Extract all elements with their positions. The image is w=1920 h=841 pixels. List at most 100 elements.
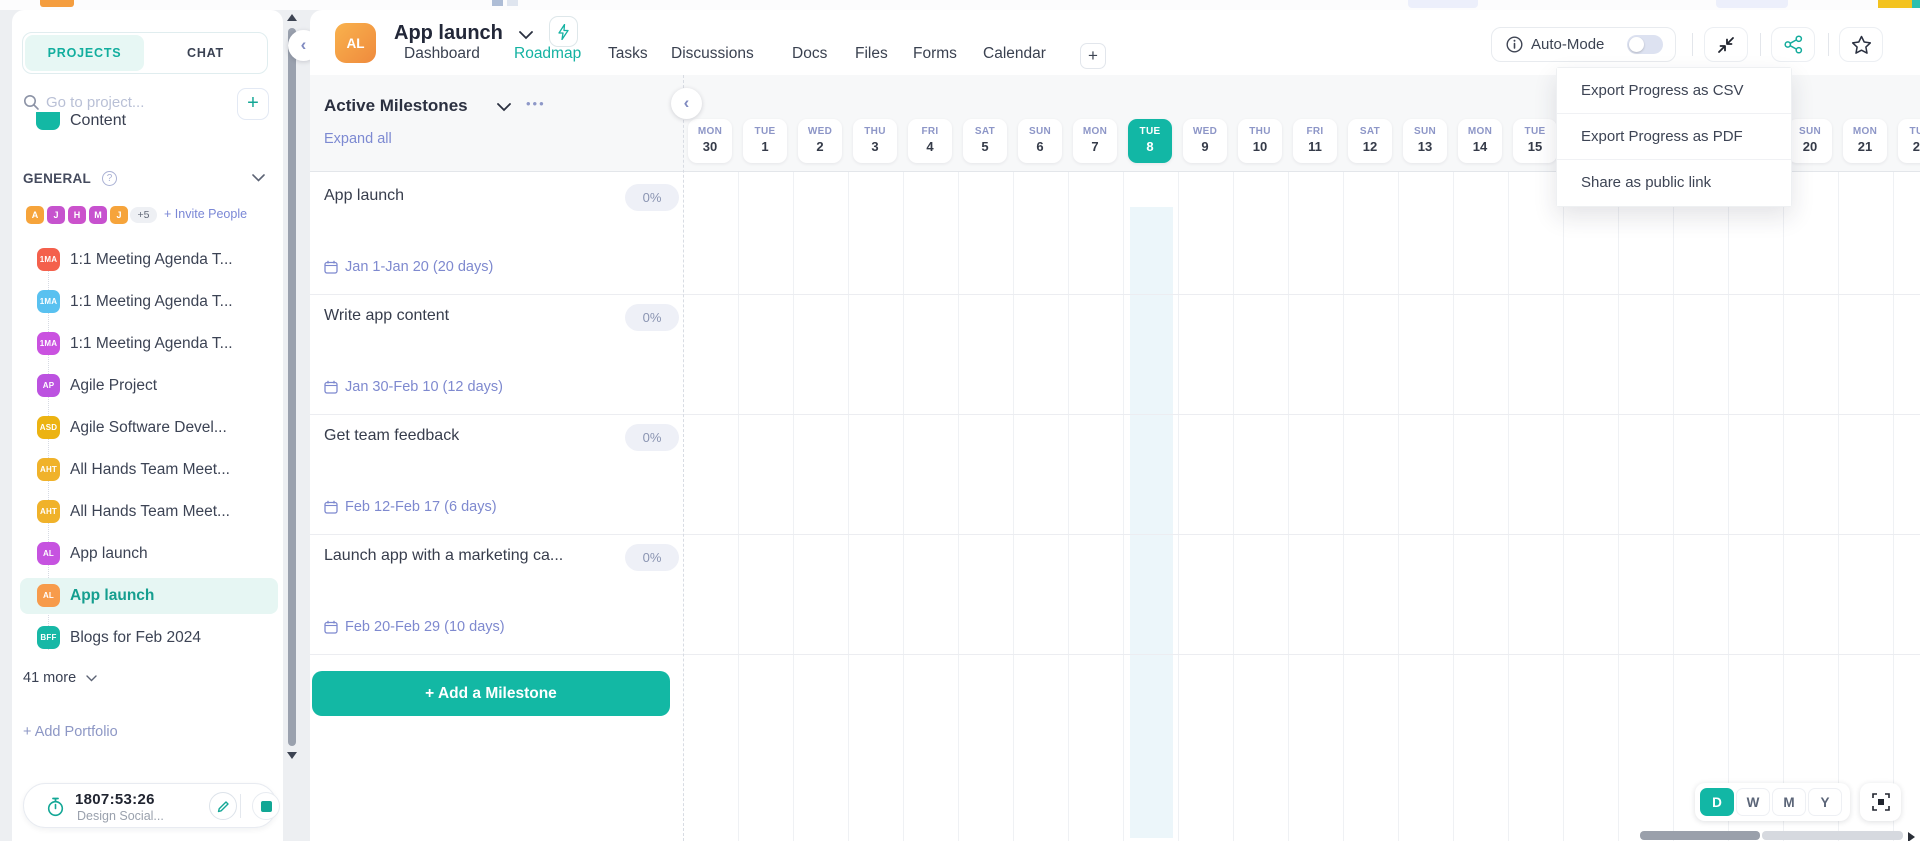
sidebar-project-item[interactable]: AL App launch bbox=[20, 578, 278, 614]
view-scale-button[interactable]: Y bbox=[1808, 788, 1842, 816]
sidebar-project-item[interactable]: 1MA 1:1 Meeting Agenda T... bbox=[20, 326, 278, 362]
avatars-more-badge[interactable]: +5 bbox=[130, 207, 157, 223]
day-header-cell[interactable]: SUN 13 bbox=[1403, 119, 1447, 163]
nav-tab[interactable]: Tasks bbox=[608, 45, 648, 63]
project-icon: 1MA bbox=[37, 332, 60, 355]
show-more-projects[interactable]: 41 more bbox=[23, 670, 97, 686]
sidebar-item-content-clipped[interactable]: Content bbox=[34, 112, 254, 138]
tab-projects[interactable]: PROJECTS bbox=[25, 35, 144, 71]
auto-mode-toggle[interactable] bbox=[1627, 35, 1663, 54]
menu-item[interactable]: Export Progress as CSV bbox=[1557, 68, 1791, 114]
milestone-row[interactable]: App launch 0% Jan 1-Jan 20 (20 days) bbox=[310, 171, 683, 291]
milestone-date-range: Jan 1-Jan 20 (20 days) bbox=[324, 259, 493, 275]
panel-chevron-down-icon[interactable] bbox=[497, 103, 511, 112]
nav-tab[interactable]: Docs bbox=[792, 45, 827, 63]
milestone-row[interactable]: Launch app with a marketing ca... 0% Feb… bbox=[310, 531, 683, 651]
day-number: 8 bbox=[1128, 139, 1172, 154]
day-header-cell[interactable]: MON 21 bbox=[1843, 119, 1887, 163]
view-scale-button[interactable]: D bbox=[1700, 788, 1734, 816]
milestone-row[interactable]: Get team feedback 0% Feb 12-Feb 17 (6 da… bbox=[310, 411, 683, 531]
stop-timer-button[interactable] bbox=[252, 792, 280, 820]
sidebar-project-item[interactable]: AHT All Hands Team Meet... bbox=[20, 452, 278, 488]
menu-item[interactable]: Export Progress as PDF bbox=[1557, 114, 1791, 160]
scroll-down-arrow[interactable] bbox=[287, 752, 297, 759]
add-tab-button[interactable]: + bbox=[1080, 43, 1106, 69]
page-title[interactable]: App launch bbox=[394, 22, 503, 45]
edit-timer-button[interactable] bbox=[209, 792, 237, 820]
nav-tab[interactable]: Forms bbox=[913, 45, 957, 63]
day-header-cell[interactable]: SUN 6 bbox=[1018, 119, 1062, 163]
favorite-button[interactable] bbox=[1839, 27, 1883, 62]
avatar[interactable]: M bbox=[88, 205, 108, 225]
collapse-view-button[interactable] bbox=[1704, 27, 1748, 62]
day-header-cell[interactable]: FRI 11 bbox=[1293, 119, 1337, 163]
milestone-row[interactable]: Write app content 0% Jan 30-Feb 10 (12 d… bbox=[310, 291, 683, 411]
day-header-cell[interactable]: WED 9 bbox=[1183, 119, 1227, 163]
nav-tab[interactable]: Roadmap bbox=[514, 45, 581, 63]
collapse-panel-button[interactable]: ‹ bbox=[671, 88, 702, 119]
panel-title[interactable]: Active Milestones bbox=[324, 96, 468, 116]
view-scale-button[interactable]: M bbox=[1772, 788, 1806, 816]
day-header-cell[interactable]: SAT 12 bbox=[1348, 119, 1392, 163]
day-header-cell[interactable]: MON 14 bbox=[1458, 119, 1502, 163]
sidebar-project-item[interactable]: AL App launch bbox=[20, 536, 278, 572]
info-icon[interactable] bbox=[1506, 36, 1523, 53]
grid-vline bbox=[1673, 172, 1674, 841]
day-header-cell[interactable]: TUE 8 bbox=[1128, 119, 1172, 163]
expand-all-link[interactable]: Expand all bbox=[324, 131, 392, 147]
sidebar-project-item[interactable]: AHT All Hands Team Meet... bbox=[20, 494, 278, 530]
sidebar-project-item[interactable]: ASD Agile Software Devel... bbox=[20, 410, 278, 446]
day-number: 1 bbox=[743, 139, 787, 154]
nav-tab[interactable]: Calendar bbox=[983, 45, 1046, 63]
grid-vline bbox=[1893, 172, 1894, 841]
day-header-cell[interactable]: TUE 1 bbox=[743, 119, 787, 163]
nav-tab[interactable]: Files bbox=[855, 45, 888, 63]
grid-vline bbox=[958, 172, 959, 841]
day-header-cell[interactable]: TUE 15 bbox=[1513, 119, 1557, 163]
day-header-cell[interactable]: SUN 20 bbox=[1788, 119, 1832, 163]
avatar[interactable]: H bbox=[67, 205, 87, 225]
day-header-cell[interactable]: MON 30 bbox=[688, 119, 732, 163]
day-header-cell[interactable]: TUE 22 bbox=[1898, 119, 1920, 163]
avatar[interactable]: A bbox=[25, 205, 45, 225]
panel-options-icon[interactable]: ••• bbox=[526, 96, 546, 111]
day-header-cell[interactable]: THU 3 bbox=[853, 119, 897, 163]
share-button[interactable] bbox=[1771, 27, 1815, 62]
scroll-right-arrow[interactable] bbox=[1908, 832, 1915, 841]
avatar[interactable]: J bbox=[46, 205, 66, 225]
avatar[interactable]: J bbox=[109, 205, 129, 225]
sidebar-project-item[interactable]: 1MA 1:1 Meeting Agenda T... bbox=[20, 284, 278, 320]
calendar-icon bbox=[324, 260, 338, 274]
automation-button[interactable] bbox=[549, 16, 578, 47]
menu-item[interactable]: Share as public link bbox=[1557, 160, 1791, 206]
grid-vline bbox=[1013, 172, 1014, 841]
day-header-cell[interactable]: WED 2 bbox=[798, 119, 842, 163]
sidebar-project-item[interactable]: 1MA 1:1 Meeting Agenda T... bbox=[20, 242, 278, 278]
sidebar-project-item[interactable]: AP Agile Project bbox=[20, 368, 278, 404]
day-header-cell[interactable]: MON 7 bbox=[1073, 119, 1117, 163]
add-portfolio-link[interactable]: + Add Portfolio bbox=[23, 724, 118, 740]
grid-vline bbox=[1178, 172, 1179, 841]
day-number: 10 bbox=[1238, 139, 1282, 154]
fullscreen-button[interactable] bbox=[1860, 783, 1901, 821]
general-section-header[interactable]: GENERAL ? bbox=[12, 170, 283, 190]
day-header-cell[interactable]: SAT 5 bbox=[963, 119, 1007, 163]
horizontal-scrollbar-thumb[interactable] bbox=[1640, 831, 1760, 840]
sidebar-scrollbar-thumb[interactable] bbox=[288, 28, 296, 746]
invite-people-link[interactable]: + Invite People bbox=[164, 207, 247, 221]
sidebar-project-item[interactable]: BFF Blogs for Feb 2024 bbox=[20, 620, 278, 656]
view-scale-button[interactable]: W bbox=[1736, 788, 1770, 816]
chevron-down-icon[interactable] bbox=[252, 174, 265, 182]
project-icon bbox=[36, 112, 60, 130]
day-header-cell[interactable]: FRI 4 bbox=[908, 119, 952, 163]
horizontal-scrollbar-track[interactable] bbox=[1762, 831, 1903, 840]
day-of-week: TUE bbox=[1513, 126, 1557, 137]
tab-chat[interactable]: CHAT bbox=[144, 46, 267, 60]
help-icon[interactable]: ? bbox=[102, 171, 117, 186]
add-milestone-button[interactable]: + Add a Milestone bbox=[312, 671, 670, 716]
title-chevron-down-icon[interactable] bbox=[519, 31, 533, 40]
nav-tab[interactable]: Dashboard bbox=[404, 45, 480, 63]
scroll-up-arrow[interactable] bbox=[287, 14, 297, 21]
day-header-cell[interactable]: THU 10 bbox=[1238, 119, 1282, 163]
nav-tab[interactable]: Discussions bbox=[671, 45, 754, 63]
